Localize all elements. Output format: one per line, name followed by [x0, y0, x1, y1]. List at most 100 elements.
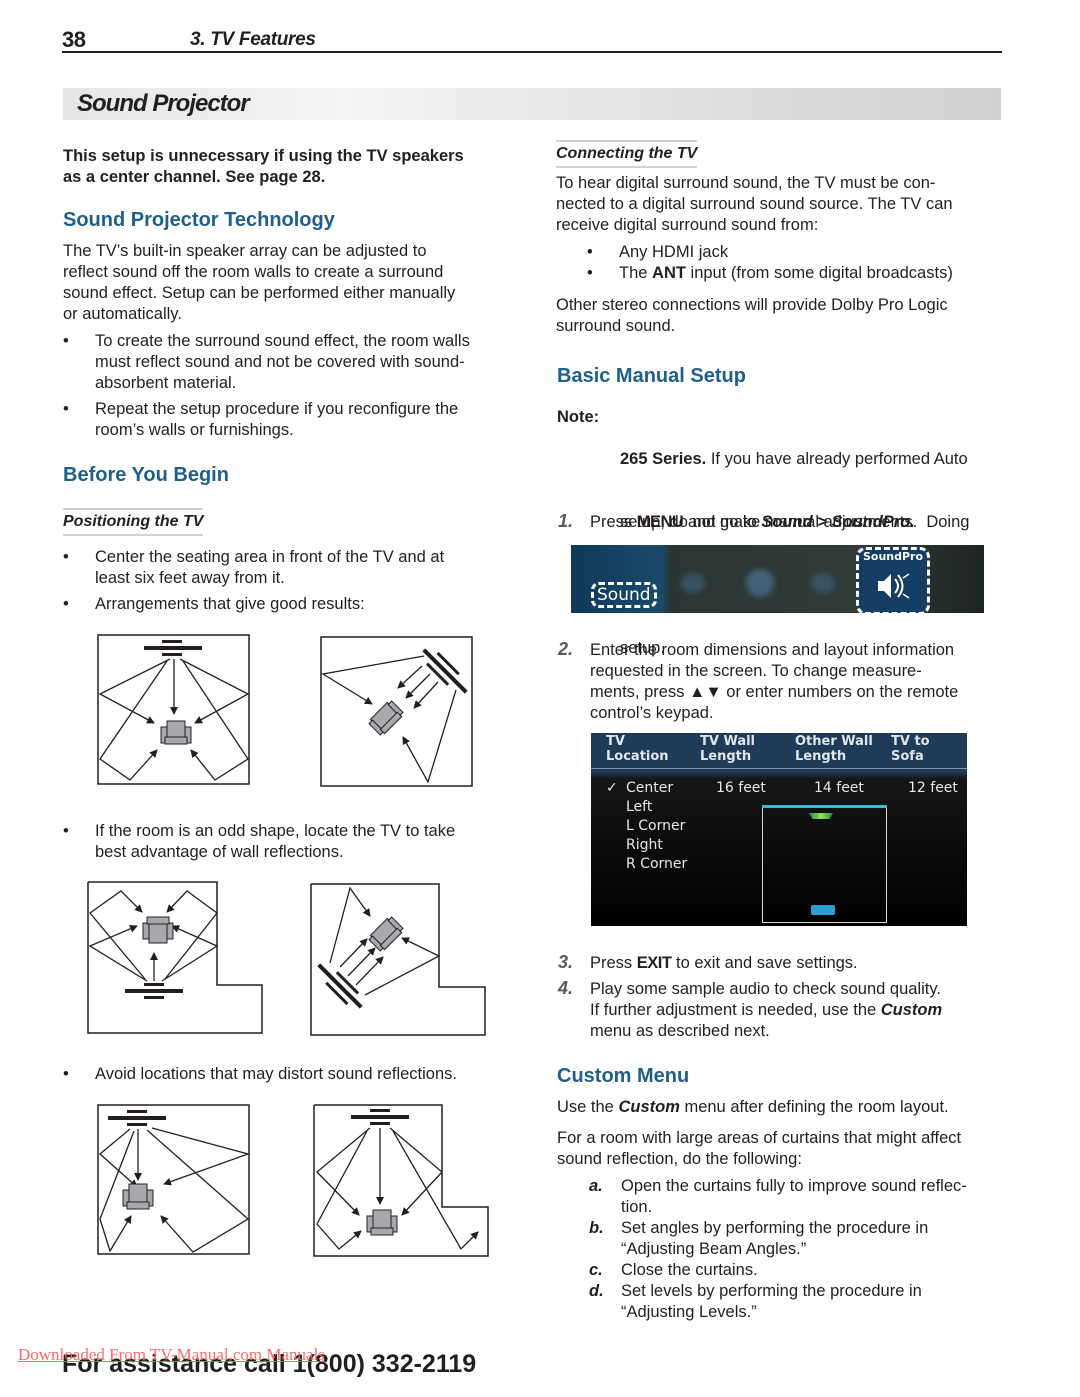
- intro-note-line: This setup is unnecessary if using the T…: [63, 147, 464, 165]
- location-option[interactable]: Right: [626, 836, 663, 855]
- watermark-link[interactable]: Downloaded From TV-Manual.com Manuals: [18, 1345, 325, 1365]
- paragraph-line: For a room with large areas of curtains …: [557, 1129, 962, 1147]
- step-line: Play some sample audio to check sound qu…: [590, 980, 941, 998]
- location-option-selected[interactable]: Center: [626, 779, 673, 798]
- blurred-menu-icon: [811, 573, 835, 593]
- step-letter: d.: [589, 1282, 604, 1300]
- room-wall: [87, 881, 263, 1034]
- section-title: Sound Projector: [77, 90, 250, 117]
- room-diagram-odd-center: [87, 881, 263, 1034]
- tv-wall-length-value[interactable]: 16 feet: [716, 780, 766, 796]
- header-line: Length: [700, 749, 752, 764]
- bullet-text: Repeat the setup procedure if you reconf…: [95, 399, 458, 441]
- bullet-dot: •: [63, 1065, 69, 1083]
- room-wall: [310, 883, 486, 1036]
- header-line: TV: [606, 734, 625, 749]
- note-series: 265 Series.: [620, 450, 707, 468]
- soundpro-label: SoundPro: [862, 550, 924, 563]
- paragraph-line: reflect sound off the room walls to crea…: [63, 263, 444, 281]
- step-line: If further adjustment is needed, use the…: [590, 1000, 942, 1021]
- bullet-text: If the room is an odd shape, locate the …: [95, 821, 455, 863]
- room-preview: [762, 808, 887, 923]
- location-option[interactable]: R Corner: [626, 855, 687, 874]
- step-line: ments, press ▲▼ or enter numbers on the …: [590, 683, 959, 701]
- ant-input-label: ANT: [652, 264, 686, 282]
- chair-icon: [366, 1209, 398, 1236]
- step-4: 4. Play some sample audio to check sound…: [558, 978, 1008, 1045]
- intro-note-line: as a center channel. See page 28.: [63, 168, 326, 186]
- bullet-item: • Arrangements that give good results:: [63, 594, 513, 616]
- paragraph-line: surround sound.: [556, 317, 676, 335]
- bullet-line: To create the surround sound effect, the…: [95, 332, 470, 350]
- source-label: Any HDMI jack: [619, 243, 729, 261]
- heading-basic-manual-setup: Basic Manual Setup: [557, 365, 746, 387]
- soundpro-menu-item: SoundPro: [856, 547, 930, 613]
- tv-speaker-icon: [108, 1110, 166, 1126]
- paragraph-line: Other stereo connections will provide Do…: [556, 296, 948, 314]
- step-line: tion.: [621, 1198, 653, 1216]
- header-line: Length: [795, 749, 847, 764]
- speaker-beam-icon: [878, 573, 910, 599]
- heading-sound-projector-technology: Sound Projector Technology: [63, 209, 335, 231]
- bullet-line: absorbent material.: [95, 374, 237, 392]
- paragraph-part: Use the: [557, 1098, 619, 1116]
- bullet-line: must reflect sound and not be covered wi…: [95, 353, 465, 371]
- chair-icon: [368, 700, 404, 736]
- paragraph-line: receive digital surround sound from:: [556, 216, 819, 234]
- step-text: Press EXIT to exit and save settings.: [590, 953, 858, 974]
- bullet-dot: •: [63, 400, 69, 418]
- paragraph-line: The TV’s built-in speaker array can be a…: [63, 242, 427, 260]
- custom-paragraph: Use the Custom menu after defining the r…: [557, 1097, 949, 1118]
- custom-emphasis: Custom: [880, 1001, 943, 1019]
- bullet-text: Arrangements that give good results:: [95, 594, 365, 615]
- bullet-item: • Avoid locations that may distort sound…: [63, 1064, 513, 1086]
- bullet-text: To create the surround sound effect, the…: [95, 331, 470, 394]
- room-diagram-avoid-lshape: [313, 1104, 489, 1257]
- step-letter: c.: [589, 1261, 603, 1279]
- source-label: input (from some digital broadcasts): [685, 264, 953, 282]
- curtain-step-text: Open the curtains fully to improve sound…: [621, 1176, 967, 1218]
- bullet-item: • Repeat the setup procedure if you reco…: [63, 399, 513, 443]
- other-wall-length-value[interactable]: 14 feet: [814, 780, 864, 796]
- step-number: 4.: [558, 978, 574, 998]
- column-header-other-wall-length: Other Wall Length: [795, 734, 873, 764]
- step-number: 1.: [558, 511, 574, 531]
- step-text-part: to exit and save settings.: [671, 954, 858, 972]
- heading-before-you-begin: Before You Begin: [63, 464, 229, 486]
- chair-icon: [142, 916, 174, 944]
- exit-key-label: EXIT: [636, 954, 672, 972]
- paragraph-part: menu after defining the room layout.: [679, 1098, 949, 1116]
- source-item: • Any HDMI jack: [587, 242, 1007, 264]
- blurred-menu-icon: [746, 569, 774, 597]
- tv-speaker-icon: [144, 640, 202, 656]
- bullet-line: Avoid locations that may distort sound r…: [95, 1065, 457, 1083]
- location-option[interactable]: Left: [626, 798, 652, 817]
- curtain-step-c: c. Close the curtains.: [589, 1260, 1009, 1282]
- step-line: Enter the room dimensions and layout inf…: [590, 641, 955, 659]
- curtain-step-a: a. Open the curtains fully to improve so…: [589, 1176, 1009, 1220]
- step-line: Set levels by performing the procedure i…: [621, 1282, 922, 1300]
- step-text: Play some sample audio to check sound qu…: [590, 979, 942, 1042]
- bullet-text: Center the seating area in front of the …: [95, 547, 444, 589]
- step-line: Open the curtains fully to improve sound…: [621, 1177, 967, 1195]
- bullet-line: least six feet away from it.: [95, 569, 285, 587]
- bullet-dot: •: [63, 548, 69, 566]
- tv-to-sofa-value[interactable]: 12 feet: [908, 780, 958, 796]
- room-diagram-avoid-offcenter: [97, 1104, 251, 1255]
- step-1: 1. Press MENU and go to Sound > SoundPro…: [558, 511, 1008, 534]
- step-text: Press MENU and go to Sound > SoundPro.: [590, 512, 915, 533]
- step-number: 3.: [558, 952, 574, 972]
- location-option[interactable]: L Corner: [626, 817, 685, 836]
- step-line: Close the curtains.: [621, 1261, 758, 1279]
- step-letter: b.: [589, 1219, 604, 1237]
- step-text-part: Press: [590, 954, 637, 972]
- subheading-positioning: Positioning the TV: [63, 508, 204, 536]
- page-number: 38: [62, 27, 86, 52]
- bullet-line: If the room is an odd shape, locate the …: [95, 822, 456, 840]
- header-line: TV Wall: [700, 734, 756, 749]
- room-diagram-center: [97, 634, 250, 785]
- stereo-paragraph: Other stereo connections will provide Do…: [556, 295, 948, 337]
- sound-menu-item: Sound: [591, 582, 657, 608]
- blurred-menu-icon: [681, 573, 705, 593]
- curtain-step-text: Set angles by performing the procedure i…: [621, 1218, 928, 1260]
